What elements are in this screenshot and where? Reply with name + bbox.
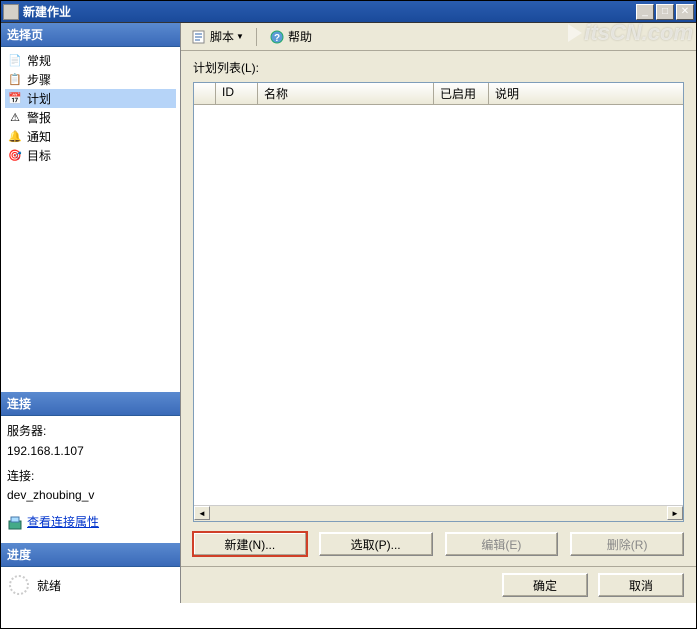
delete-button[interactable]: 删除(R) [570, 532, 684, 556]
chevron-down-icon: ▼ [236, 32, 244, 41]
cancel-button[interactable]: 取消 [598, 573, 684, 597]
edit-button[interactable]: 编辑(E) [445, 532, 559, 556]
script-icon [191, 29, 207, 45]
nav-label: 目标 [27, 147, 51, 164]
row-header-col[interactable] [194, 83, 216, 104]
nav-label: 警报 [27, 109, 51, 126]
scroll-track[interactable] [210, 506, 667, 521]
notification-icon: 🔔 [7, 129, 23, 145]
horizontal-scrollbar[interactable]: ◄ ► [194, 505, 683, 521]
spinner-icon [9, 575, 29, 595]
page-icon: 📄 [7, 53, 23, 69]
col-id[interactable]: ID [216, 83, 258, 104]
nav-label: 常规 [27, 52, 51, 69]
window-title: 新建作业 [23, 3, 634, 20]
schedule-icon: 📅 [7, 91, 23, 107]
server-value: 192.168.1.107 [7, 442, 174, 461]
ok-button[interactable]: 确定 [502, 573, 588, 597]
help-button[interactable]: ? 帮助 [265, 26, 316, 47]
toolbar-separator [256, 28, 257, 46]
maximize-button[interactable]: □ [656, 4, 674, 20]
pick-button[interactable]: 选取(P)... [319, 532, 433, 556]
nav-label: 通知 [27, 128, 51, 145]
grid-header: ID 名称 已启用 说明 [194, 83, 683, 105]
nav-alerts[interactable]: ⚠ 警报 [5, 108, 176, 127]
new-button[interactable]: 新建(N)... [193, 532, 307, 556]
progress-header: 进度 [1, 543, 180, 567]
nav-targets[interactable]: 🎯 目标 [5, 146, 176, 165]
help-label: 帮助 [288, 28, 312, 45]
svg-text:?: ? [274, 33, 280, 44]
progress-status: 就绪 [37, 577, 61, 594]
grid-body[interactable] [194, 105, 683, 505]
alert-icon: ⚠ [7, 110, 23, 126]
select-page-header: 选择页 [1, 23, 180, 47]
col-name[interactable]: 名称 [258, 83, 434, 104]
app-icon [3, 4, 19, 20]
nav-general[interactable]: 📄 常规 [5, 51, 176, 70]
window-controls: _ □ ✕ [634, 4, 694, 20]
connection-label: 连接: [7, 467, 174, 486]
sidebar: 选择页 📄 常规 📋 步骤 📅 计划 ⚠ 警报 🔔 通知 [1, 23, 181, 603]
minimize-button[interactable]: _ [636, 4, 654, 20]
nav-steps[interactable]: 📋 步骤 [5, 70, 176, 89]
connection-header: 连接 [1, 392, 180, 416]
schedule-grid: ID 名称 已启用 说明 ◄ ► [193, 82, 684, 522]
dialog-buttons: 确定 取消 [181, 566, 696, 603]
target-icon: 🎯 [7, 148, 23, 164]
nav-label: 计划 [27, 90, 51, 107]
nav-notifications[interactable]: 🔔 通知 [5, 127, 176, 146]
progress-panel: 就绪 [1, 567, 180, 603]
col-description[interactable]: 说明 [489, 83, 683, 104]
properties-icon [7, 515, 23, 531]
server-label: 服务器: [7, 422, 174, 441]
toolbar: 脚本 ▼ ? 帮助 [181, 23, 696, 51]
script-button[interactable]: 脚本 ▼ [187, 26, 248, 47]
col-enabled[interactable]: 已启用 [434, 83, 489, 104]
close-button[interactable]: ✕ [676, 4, 694, 20]
action-buttons: 新建(N)... 选取(P)... 编辑(E) 删除(R) [193, 522, 684, 562]
nav-schedules[interactable]: 📅 计划 [5, 89, 176, 108]
titlebar: 新建作业 _ □ ✕ [1, 1, 696, 23]
steps-icon: 📋 [7, 72, 23, 88]
scroll-right-icon[interactable]: ► [667, 506, 683, 520]
connection-value: dev_zhoubing_v [7, 486, 174, 505]
content-area: 脚本 ▼ ? 帮助 计划列表(L): ID 名称 已启用 说明 [181, 23, 696, 603]
help-icon: ? [269, 29, 285, 45]
link-label: 查看连接属性 [27, 513, 99, 532]
connection-info: 服务器: 192.168.1.107 连接: dev_zhoubing_v 查看… [1, 416, 180, 543]
script-label: 脚本 [210, 28, 234, 45]
schedule-list-label: 计划列表(L): [193, 59, 684, 76]
nav-list: 📄 常规 📋 步骤 📅 计划 ⚠ 警报 🔔 通知 🎯 目标 [1, 47, 180, 392]
nav-label: 步骤 [27, 71, 51, 88]
scroll-left-icon[interactable]: ◄ [194, 506, 210, 520]
view-connection-properties-link[interactable]: 查看连接属性 [7, 513, 99, 532]
